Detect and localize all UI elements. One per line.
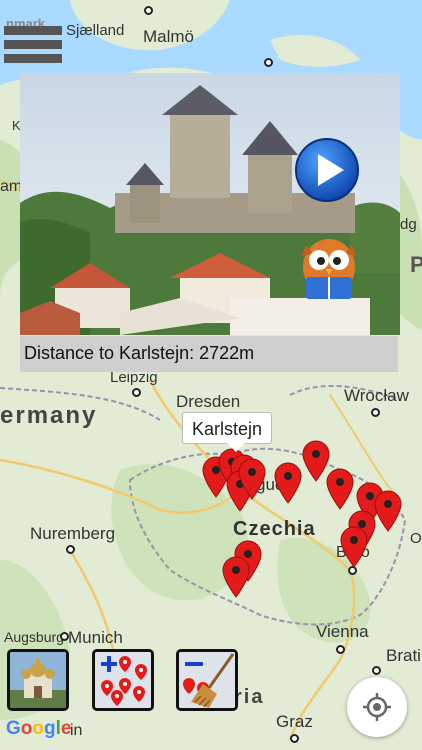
- city-label-sjaelland: Sjælland: [66, 22, 125, 39]
- selected-place-tooltip[interactable]: Karlstejn: [182, 412, 273, 452]
- play-icon[interactable]: [294, 137, 360, 203]
- city-label-munich: Munich: [68, 628, 123, 647]
- hamburger-menu-icon-bar: [4, 40, 62, 49]
- add-pins-icon: [95, 652, 151, 708]
- hamburger-menu-icon: [4, 26, 62, 35]
- city-label-vienna: Vienna: [316, 622, 369, 641]
- city-dot-graz: [290, 734, 299, 743]
- country-label-czechia: Czechia: [233, 518, 316, 540]
- city-label-edge: P: [410, 252, 422, 277]
- map-pin-marker[interactable]: [326, 468, 354, 510]
- city-dot-vienna: [336, 645, 345, 654]
- menu-button[interactable]: nmark: [4, 10, 62, 63]
- clear-pins-button[interactable]: [176, 649, 238, 711]
- map-pin-marker[interactable]: [274, 462, 302, 504]
- city-label-augsburg: Augsburg: [4, 629, 64, 645]
- city-dot-bratislava: [372, 666, 381, 675]
- distance-label: Distance to Karlstejn: 2722m: [20, 336, 398, 372]
- city-label-edge: O: [410, 530, 422, 547]
- city-dot-nuremberg: [66, 545, 75, 554]
- country-label-germany: ermany: [0, 402, 98, 429]
- place-photo[interactable]: [20, 73, 400, 335]
- city-label-dresden: Dresden: [176, 392, 241, 411]
- city-label-malmo: Malmö: [143, 27, 195, 46]
- map-pin-marker[interactable]: [222, 556, 250, 598]
- church-photo-icon: [10, 652, 66, 708]
- city-label-graz: Graz: [276, 712, 313, 731]
- clear-pins-broom-icon: [179, 652, 235, 708]
- owl-reading-icon[interactable]: [296, 233, 362, 303]
- google-logo: Google: [6, 718, 72, 739]
- my-location-icon: [363, 693, 391, 721]
- city-label-edge: dg: [400, 216, 417, 233]
- map-pin-marker[interactable]: [238, 458, 266, 500]
- locate-button[interactable]: [347, 677, 407, 737]
- gallery-button[interactable]: [7, 649, 69, 711]
- city-dot-malmo: [144, 6, 153, 15]
- city-dot-wroclaw: [371, 408, 380, 417]
- hamburger-menu-icon-bar: [4, 54, 62, 63]
- city-label-wroclaw: Wrocław: [344, 386, 409, 405]
- country-label-austria: ria: [234, 686, 265, 708]
- city-dot-leipzig: [132, 388, 141, 397]
- add-pins-button[interactable]: [92, 649, 154, 711]
- city-dot: [264, 58, 273, 67]
- map-pin-marker[interactable]: [374, 490, 402, 532]
- city-label-edge: in: [70, 722, 83, 739]
- city-label-nuremberg: Nuremberg: [30, 524, 116, 543]
- map-pin-marker[interactable]: [340, 526, 368, 568]
- city-label-bratislava: Brati: [386, 646, 421, 665]
